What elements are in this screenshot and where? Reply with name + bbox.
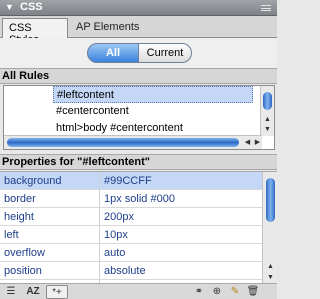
tab-css-styles[interactable]: CSS Styles [2, 18, 68, 46]
alphabetical-view-icon[interactable]: AZ [24, 285, 42, 299]
property-row[interactable]: background #99CCFF [0, 172, 262, 190]
property-value[interactable]: #99CCFF [104, 175, 152, 187]
panel-title: CSS [20, 1, 43, 13]
category-view-icon[interactable]: ☰ [3, 285, 19, 299]
properties-vertical-scrollbar[interactable]: ▲ ▼ [262, 172, 277, 283]
scroll-down-arrow-icon[interactable]: ▼ [262, 125, 273, 134]
property-row[interactable]: border 1px solid #000 [0, 190, 262, 208]
property-name: border [4, 193, 36, 205]
property-row[interactable]: overflow auto [0, 244, 262, 262]
property-value[interactable]: 10px [104, 229, 128, 241]
properties-table[interactable]: background #99CCFF border 1px solid #000… [0, 171, 277, 283]
scroll-right-arrow-icon[interactable]: ▶ [252, 138, 263, 147]
properties-header: Properties for "#leftcontent" [0, 154, 277, 170]
property-name: height [4, 211, 34, 223]
rules-list[interactable]: #leftcontent #centercontent html>body #c… [3, 85, 275, 150]
tab-bar: CSS Styles AP Elements [0, 16, 277, 46]
rules-horizontal-scroll-thumb[interactable] [7, 138, 239, 147]
set-properties-view-icon[interactable]: *+ [46, 285, 68, 299]
property-row[interactable]: height 200px [0, 208, 262, 226]
property-value[interactable]: 200px [104, 211, 134, 223]
column-divider[interactable] [99, 172, 100, 283]
delete-rule-icon[interactable]: 🗑 [246, 285, 260, 299]
scroll-down-arrow-icon[interactable]: ▼ [265, 273, 276, 282]
collapse-triangle-icon[interactable]: ▼ [5, 2, 14, 12]
rules-vertical-scrollbar[interactable]: ▲ ▼ [260, 86, 274, 136]
property-row[interactable]: left 10px [0, 226, 262, 244]
edit-style-icon[interactable]: ✎ [228, 285, 242, 299]
property-row[interactable]: position absolute [0, 262, 262, 280]
panel-options-icon[interactable] [261, 5, 271, 11]
scroll-up-arrow-icon[interactable]: ▲ [265, 262, 276, 271]
current-button[interactable]: Current [138, 43, 192, 63]
properties-vertical-scroll-thumb[interactable] [266, 178, 275, 222]
attach-stylesheet-icon[interactable]: ⚭ [192, 285, 206, 299]
rules-vertical-scroll-thumb[interactable] [263, 92, 272, 110]
scroll-up-arrow-icon[interactable]: ▲ [262, 115, 273, 124]
all-rules-header: All Rules [0, 68, 277, 84]
property-value[interactable]: auto [104, 247, 125, 259]
rule-item-leftcontent[interactable]: #leftcontent [53, 86, 253, 103]
property-name: left [4, 229, 19, 241]
property-value[interactable]: 1px solid #000 [104, 193, 175, 205]
tab-ap-elements[interactable]: AP Elements [70, 18, 146, 38]
mode-toggle-area: All Current [0, 38, 277, 68]
rules-horizontal-scrollbar[interactable]: ◀ ▶ [4, 135, 262, 149]
property-name: background [4, 175, 62, 187]
panel-titlebar[interactable]: ▼ CSS [0, 0, 277, 16]
property-name: position [4, 265, 42, 277]
all-button[interactable]: All [87, 43, 139, 63]
bottom-toolbar: ☰ AZ *+ ⚭ ⊕ ✎ 🗑 [0, 283, 277, 299]
rule-item-centercontent[interactable]: #centercontent [53, 103, 253, 120]
new-css-rule-icon[interactable]: ⊕ [210, 285, 224, 299]
property-name: overflow [4, 247, 45, 259]
property-value[interactable]: absolute [104, 265, 146, 277]
